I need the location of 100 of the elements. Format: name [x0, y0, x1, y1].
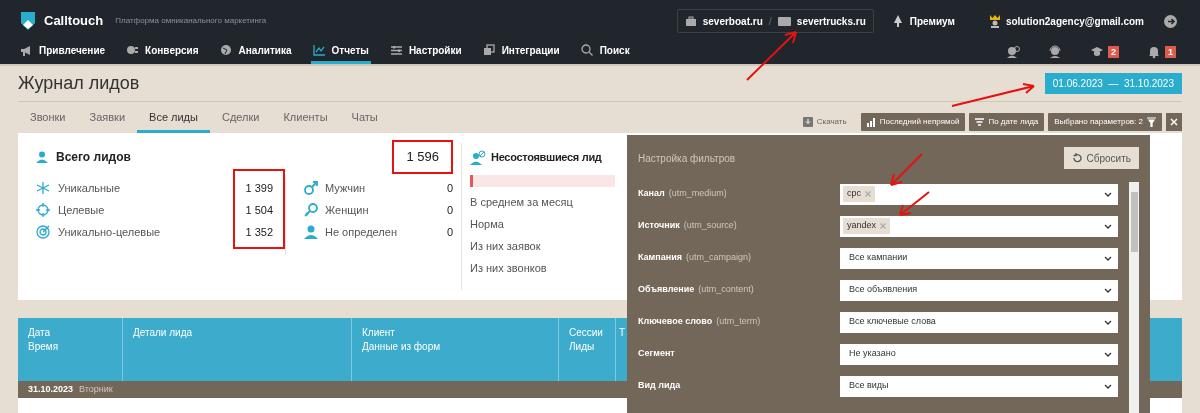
column-header: Клиент	[362, 326, 396, 340]
reset-icon	[1071, 153, 1082, 163]
crosshair-icon	[36, 203, 50, 217]
plan-label[interactable]: Премиум	[909, 13, 955, 29]
filter-hint: (utm_content)	[698, 283, 754, 297]
filter-icon	[1147, 117, 1156, 127]
tab[interactable]: Звонки	[18, 108, 78, 133]
count-badge: 2	[1107, 46, 1119, 58]
column-header: Детали лида	[133, 326, 194, 340]
logo-icon	[18, 10, 38, 32]
filter-hint: (utm_term)	[716, 315, 761, 329]
remove-icon	[880, 223, 887, 229]
total-value: 1 596	[392, 140, 453, 174]
search-icon	[580, 44, 594, 57]
metric-label: Целевые	[58, 202, 105, 218]
select-field[interactable]: Не указано	[840, 343, 1118, 365]
column-header: Лиды	[569, 340, 596, 354]
select-field[interactable]: Все виды	[840, 375, 1118, 397]
panel-title: Настройка фильтров	[638, 151, 736, 166]
failed-leads-title: Несостоявшиеся лид	[491, 149, 602, 165]
metric-value: 0	[446, 202, 453, 218]
tag-select-field[interactable]: cpc	[840, 183, 1118, 205]
toolbar-button[interactable]: Выбрано параметров: 2	[1048, 113, 1162, 131]
nav-item[interactable]: Поиск	[578, 40, 632, 64]
metric-value: 1 399	[245, 181, 273, 196]
nav-item[interactable]: Отчеты	[310, 40, 371, 64]
annotation-arrow	[897, 190, 931, 218]
chevron-down-icon	[1104, 191, 1112, 197]
metric-label: В среднем за месяц	[470, 195, 574, 210]
person-icon	[36, 151, 48, 163]
select-field[interactable]: Все объявления	[840, 279, 1118, 301]
sliders-icon	[389, 44, 403, 57]
column-header: Данные из форм	[362, 340, 442, 354]
filter-label: Вид лида	[638, 379, 681, 393]
metric-value: 0	[446, 180, 453, 196]
count-badge: 1	[1165, 46, 1176, 58]
metric-value: 0	[446, 224, 453, 240]
filter-tag[interactable]: yandex	[843, 218, 891, 234]
female-sign-icon	[304, 203, 318, 217]
bar-chart-icon	[866, 117, 876, 127]
nav-item[interactable]: Привлечение	[18, 40, 108, 64]
filter-tag[interactable]: cpc	[843, 186, 875, 202]
nav-item[interactable]: Интеграции	[480, 40, 562, 64]
chevron-down-icon	[1104, 255, 1112, 261]
tab[interactable]: Чаты	[339, 108, 390, 133]
close-icon	[1170, 118, 1178, 126]
page-title: Журнал лидов	[18, 72, 140, 95]
folder-icon	[777, 16, 791, 26]
select-field[interactable]: Все ключевые слова	[840, 311, 1118, 333]
chevron-down-icon	[1104, 319, 1112, 325]
column-header: Сессии	[569, 326, 604, 340]
metric-value: 1 504	[245, 203, 273, 218]
chevron-down-icon	[1104, 383, 1112, 389]
megaphone-icon	[20, 44, 33, 57]
tab[interactable]: Заявки	[77, 108, 138, 133]
logout-icon	[1164, 14, 1177, 28]
toolbar-button[interactable]: По дате лида	[969, 113, 1045, 131]
metric-label: Из них звонков	[470, 261, 548, 276]
column-header: Т	[619, 326, 627, 340]
metric-label: Не определен	[325, 224, 398, 240]
briefcase-icon	[684, 15, 697, 27]
headset-icon	[1047, 45, 1062, 59]
metric-value: 1 352	[245, 225, 273, 240]
separator-slash: /	[768, 13, 772, 29]
chat-person-icon	[1005, 45, 1020, 59]
user-email[interactable]: solution2agency@gmail.com	[1005, 13, 1144, 29]
reset-button[interactable]: Сбросить	[1063, 147, 1139, 169]
line-chart-icon	[312, 44, 326, 57]
download-link[interactable]: Скачать	[802, 116, 847, 128]
annotation-arrow	[745, 28, 800, 82]
filter-label: Канал	[638, 187, 665, 201]
tab[interactable]: Сделки	[209, 108, 272, 133]
metric-label: Женщин	[325, 202, 370, 218]
nav-item[interactable]: Аналитика	[217, 40, 294, 64]
total-label: Всего лидов	[56, 149, 132, 166]
site-name: severboat.ru	[702, 14, 763, 29]
filter-hint: (utm_medium)	[668, 187, 727, 201]
logo-text: Calltouch	[44, 12, 104, 31]
male-sign-icon	[304, 181, 318, 195]
filter-hint: (utm_campaign)	[685, 251, 751, 265]
target-arrow-icon	[36, 225, 50, 239]
nav-item[interactable]: Настройки	[387, 40, 464, 64]
filter-label: Сегмент	[638, 347, 675, 361]
chevron-down-icon	[1104, 287, 1112, 293]
column-header: Время	[28, 340, 60, 354]
remove-icon	[865, 191, 871, 197]
bell-icon	[1147, 45, 1161, 59]
toolbar-button[interactable]: Последний непрямой	[860, 113, 966, 131]
close-button[interactable]	[1166, 113, 1182, 131]
site-selector[interactable]: severboat.ru / severtrucks.ru	[676, 9, 874, 33]
download-icon	[802, 117, 813, 127]
tag-select-field[interactable]: yandex	[840, 215, 1118, 237]
person-blocked-icon	[470, 149, 486, 165]
nav-item[interactable]: Конверсия	[124, 40, 201, 64]
tab[interactable]: Клиенты	[271, 108, 340, 133]
crown-user-icon	[988, 14, 1001, 28]
column-header: Дата	[28, 326, 52, 340]
select-field[interactable]: Все кампании	[840, 247, 1118, 269]
chevron-down-icon	[1104, 351, 1112, 357]
tagline: Платформа омниканального маркетинга	[115, 15, 267, 27]
